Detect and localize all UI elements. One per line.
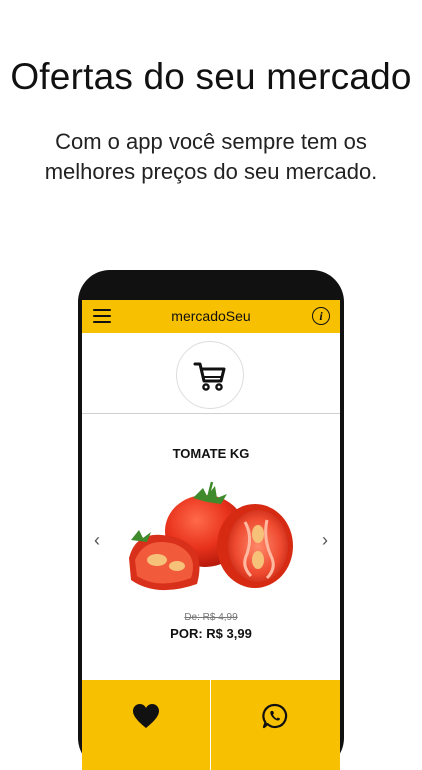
new-price: POR: R$ 3,99 — [170, 626, 252, 641]
header-divider — [82, 413, 340, 414]
promo-title: Ofertas do seu mercado — [10, 56, 412, 97]
promo-subtitle-line-1: Com o app você sempre tem os — [55, 129, 367, 154]
app-bar: mercadoSeu i — [82, 300, 340, 333]
whatsapp-share-button[interactable] — [211, 680, 339, 770]
cart-header — [82, 333, 340, 413]
old-price: De: R$ 4,99 — [184, 612, 238, 623]
heart-icon — [133, 704, 159, 728]
product-name: TOMATE KG — [172, 446, 250, 461]
cart-button[interactable] — [176, 341, 244, 409]
action-bar — [82, 680, 340, 770]
info-icon[interactable]: i — [312, 307, 330, 325]
promo-subtitle-line-2: melhores preços do seu mercado. — [44, 159, 378, 184]
product-image — [129, 481, 293, 591]
promo-subtitle: Com o app você sempre tem os melhores pr… — [0, 127, 422, 187]
app-title: mercadoSeu — [171, 308, 251, 324]
app-screen: mercadoSeu i TOMATE KG ‹ › De: R$ 4,99 P… — [82, 300, 340, 770]
chevron-right-icon[interactable]: › — [318, 530, 332, 551]
cart-icon — [193, 362, 226, 391]
whatsapp-icon — [262, 703, 288, 729]
phone-frame: mercadoSeu i TOMATE KG ‹ › De: R$ 4,99 P… — [78, 270, 344, 770]
chevron-left-icon[interactable]: ‹ — [90, 530, 104, 551]
favorite-button[interactable] — [82, 680, 211, 770]
